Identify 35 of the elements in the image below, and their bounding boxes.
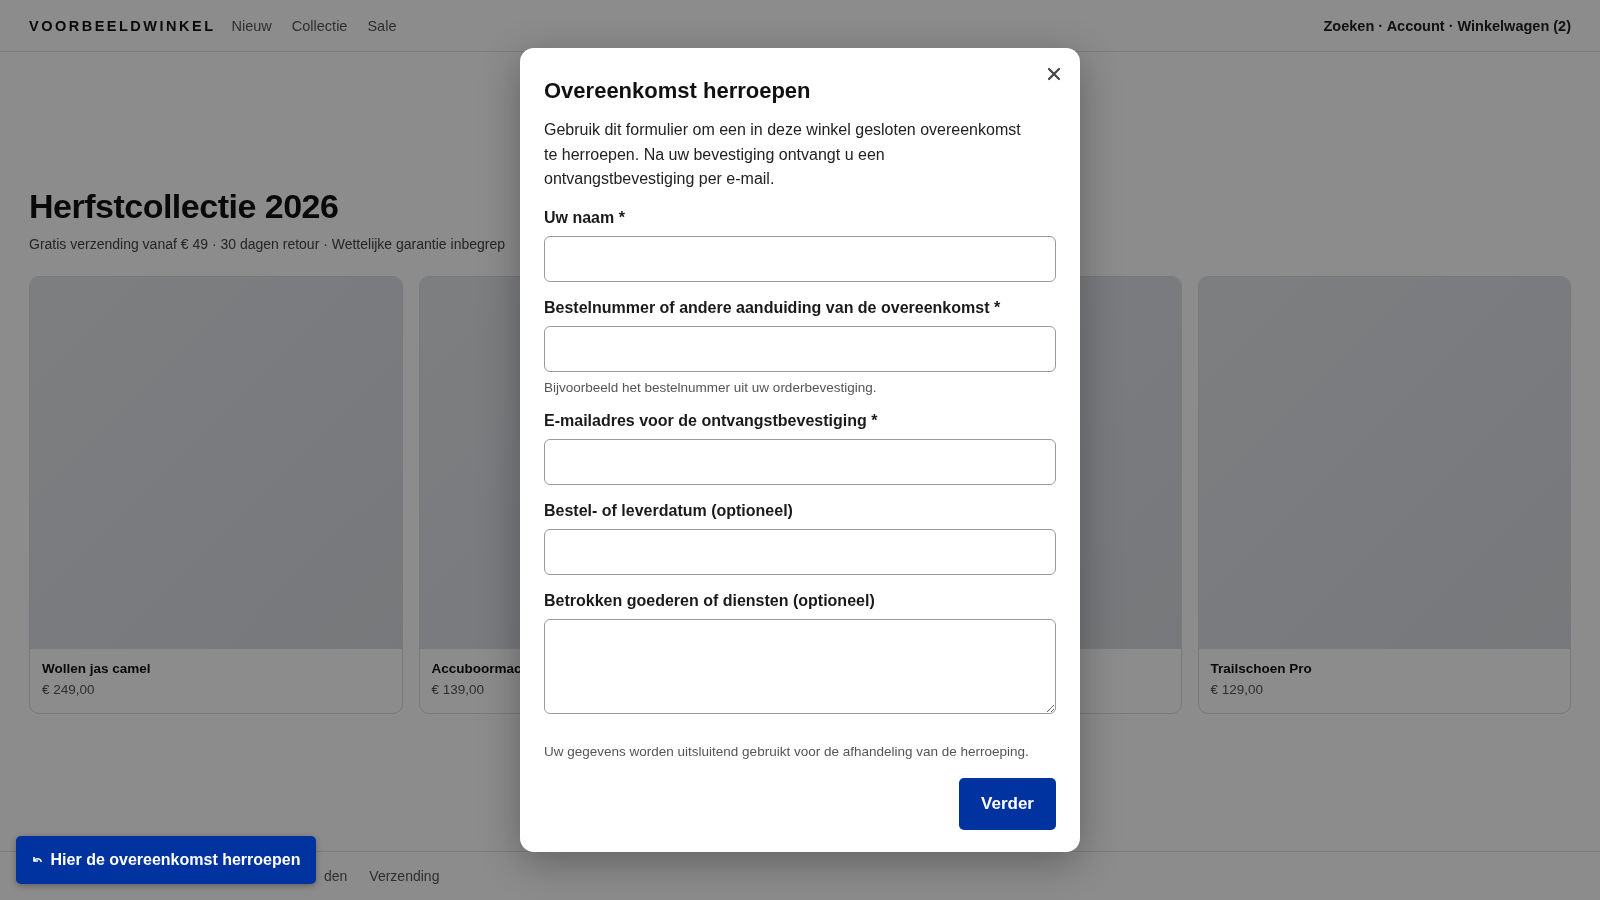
input-field[interactable] xyxy=(544,438,1056,485)
field-label: Bestel- of leverdatum (optioneel) xyxy=(544,501,794,520)
account-links[interactable]: Zoeken · Account · Winkelwagen (2) xyxy=(1323,17,1571,34)
field-label: Uw naam * xyxy=(544,208,626,227)
store-logo[interactable]: VOORBEELDWINKEL xyxy=(29,17,216,34)
field-label: Betrokken goederen of diensten (optioneel) xyxy=(544,591,876,610)
close-icon xyxy=(1047,67,1061,81)
field-hint: Bijvoorbeeld het bestelnummer uit uw orderbevestiging. xyxy=(544,379,878,395)
field-label: E-mailadres voor de ontvangstbevestiging * xyxy=(544,411,879,430)
text-area[interactable] xyxy=(544,618,1056,714)
product-price: € 139,00 xyxy=(431,682,486,697)
product-name: Accuboormac xyxy=(431,661,523,676)
nav-link[interactable]: Sale xyxy=(367,17,397,34)
input-field[interactable] xyxy=(544,325,1056,372)
nav-link[interactable]: Nieuw xyxy=(231,17,272,34)
nav-link[interactable]: Collectie xyxy=(291,17,348,34)
revoke-button[interactable]: Hier de overeenkomst herroepen xyxy=(16,836,316,884)
input-field[interactable] xyxy=(544,528,1056,575)
dialog-intro: Gebruik dit formulier om een in deze winkel gesloten overeenkomst te herroepen. Na uw bevestiging ontvangt u een ontvangstbevestiging per e-mail. xyxy=(544,120,1022,189)
shipping-info: Gratis verzending vanaf € 49 · 30 dagen retour · Wettelijke garantie inbegrep xyxy=(29,236,507,252)
product-name: Wollen jas camel xyxy=(42,661,152,676)
page-heading: Herfstcollectie 2026 xyxy=(29,187,339,226)
product-card[interactable]: Trailschoen Pro € 129,00 xyxy=(1197,276,1571,714)
product-card[interactable]: Wollen jas camel € 249,00 xyxy=(29,276,403,714)
product-price: € 129,00 xyxy=(1210,682,1265,697)
input-field[interactable] xyxy=(544,235,1056,282)
product-name: Trailschoen Pro xyxy=(1210,661,1313,676)
footer-link[interactable]: den xyxy=(324,868,348,884)
privacy-note: Uw gegevens worden uitsluitend gebruikt voor de afhandeling van de herroeping. xyxy=(544,743,1030,759)
submit-button[interactable]: Verder xyxy=(959,778,1056,830)
undo-icon xyxy=(31,855,43,865)
field-label: Bestelnummer of andere aanduiding van de overeenkomst * xyxy=(544,298,1002,317)
dialog-title: Overeenkomst herroepen xyxy=(544,78,812,104)
footer-link[interactable]: Verzending xyxy=(369,868,440,884)
product-price: € 249,00 xyxy=(42,682,96,697)
